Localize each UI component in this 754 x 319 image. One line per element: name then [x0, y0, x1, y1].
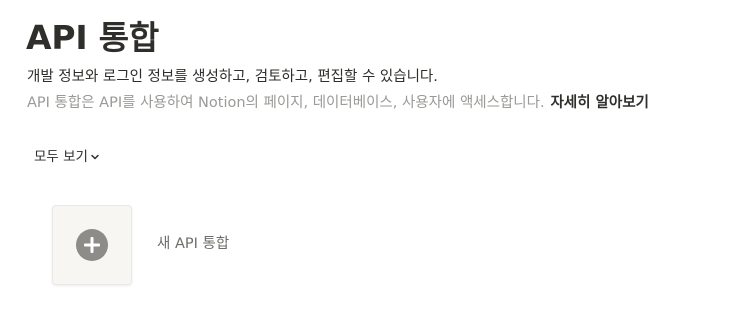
page-subdescription-row: API 통합은 API를 사용하여 Notion의 페이지, 데이터베이스, 사… [27, 92, 649, 114]
filter-label: 모두 보기 [34, 149, 88, 165]
chevron-down-icon [90, 152, 100, 162]
page-title: API 통합 [26, 18, 160, 57]
page-description: 개발 정보와 로그인 정보를 생성하고, 검토하고, 편집할 수 있습니다. [27, 69, 438, 85]
plus-circle-icon [76, 229, 108, 261]
new-integration-label[interactable]: 새 API 통합 [157, 233, 229, 255]
learn-more-link[interactable]: 자세히 알아보기 [551, 95, 649, 111]
page-subdescription: API 통합은 API를 사용하여 Notion의 페이지, 데이터베이스, 사… [27, 95, 545, 111]
new-integration-card[interactable] [52, 205, 132, 285]
view-all-filter-button[interactable]: 모두 보기 [34, 146, 100, 168]
